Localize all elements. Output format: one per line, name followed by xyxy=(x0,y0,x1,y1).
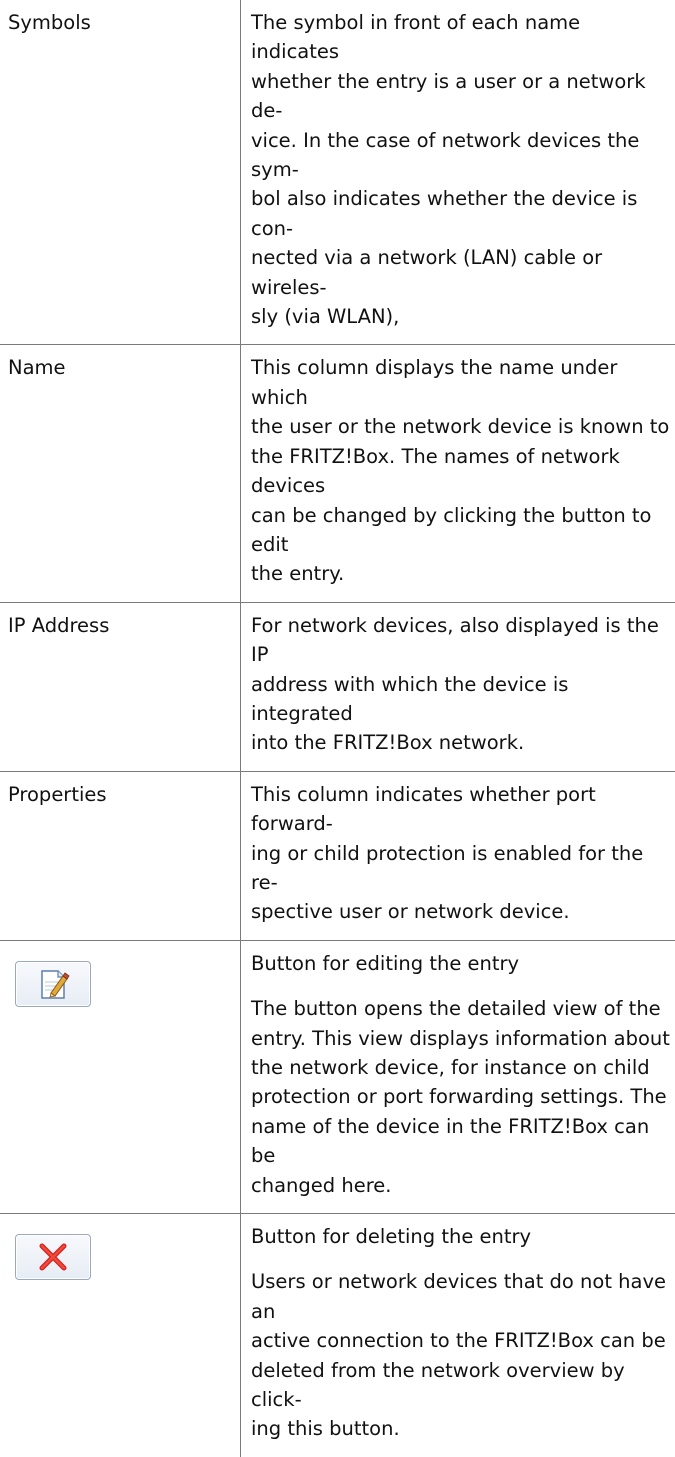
table-row: IP Address For network devices, also dis… xyxy=(0,602,675,771)
description-text: This column indicates whether port forwa… xyxy=(251,780,671,927)
table-row: Properties This column indicates whether… xyxy=(0,771,675,940)
row-label-cell xyxy=(0,1214,241,1457)
description-text: Users or network devices that do not hav… xyxy=(251,1267,671,1443)
description-table: Symbols The symbol in front of each name… xyxy=(0,0,675,1457)
delete-button-icon xyxy=(15,1234,91,1280)
description-title: Button for editing the entry xyxy=(251,949,671,978)
row-description-cell: The symbol in front of each name indicat… xyxy=(241,0,675,345)
description-text: The symbol in front of each name indicat… xyxy=(251,8,671,331)
row-label-cell xyxy=(0,940,241,1213)
description-text: The button opens the detailed view of th… xyxy=(251,994,671,1200)
description-title: Button for deleting the entry xyxy=(251,1222,671,1251)
row-description-cell: This column indicates whether port forwa… xyxy=(241,771,675,940)
row-label-cell: Properties xyxy=(0,771,241,940)
row-label: IP Address xyxy=(8,611,240,640)
row-label: Name xyxy=(8,353,240,382)
row-label: Symbols xyxy=(8,8,240,37)
description-text: This column displays the name under whic… xyxy=(251,353,671,588)
description-text: For network devices, also displayed is t… xyxy=(251,611,671,758)
row-description-cell: Button for deleting the entry Users or n… xyxy=(241,1214,675,1457)
row-label-cell: Symbols xyxy=(0,0,241,345)
edit-button-icon xyxy=(15,961,91,1007)
row-label-cell: Name xyxy=(0,345,241,602)
table-row: Button for deleting the entry Users or n… xyxy=(0,1214,675,1457)
row-label-cell: IP Address xyxy=(0,602,241,771)
table-row: Name This column displays the name under… xyxy=(0,345,675,602)
row-description-cell: Button for editing the entry The button … xyxy=(241,940,675,1213)
table-row: Button for editing the entry The button … xyxy=(0,940,675,1213)
row-label: Properties xyxy=(8,780,240,809)
row-description-cell: For network devices, also displayed is t… xyxy=(241,602,675,771)
row-description-cell: This column displays the name under whic… xyxy=(241,345,675,602)
table-row: Symbols The symbol in front of each name… xyxy=(0,0,675,345)
